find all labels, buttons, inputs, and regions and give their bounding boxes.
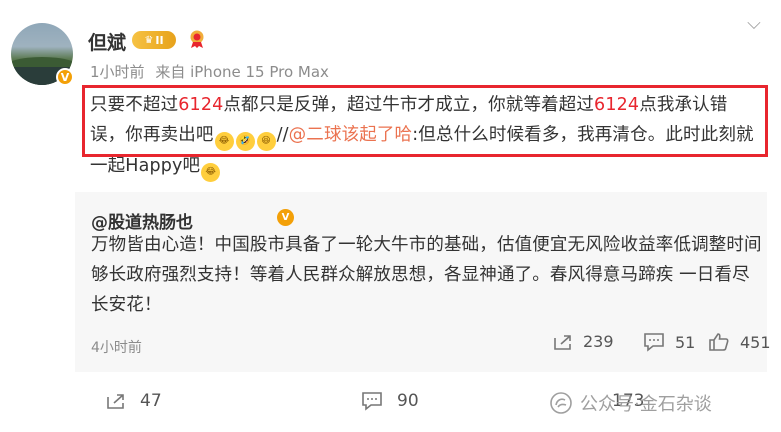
rolling-laugh-emoji-icon: 🤣 <box>235 132 255 151</box>
watermark: 公众号·金石杂谈 <box>550 390 712 416</box>
chevron-down-icon[interactable]: ⌵ <box>745 15 763 33</box>
level-badge-label: II <box>155 33 164 47</box>
repost-like-count: 451 <box>740 332 771 352</box>
highlight-number: 6124 <box>178 95 224 115</box>
comment-icon <box>362 392 382 411</box>
level-badge[interactable]: ♛ II <box>132 31 176 49</box>
laugh-cry-emoji-icon: 😂 <box>201 163 221 182</box>
watermark-text: 公众号·金石杂谈 <box>580 394 712 415</box>
share-count: 47 <box>140 391 162 411</box>
mention-link[interactable]: @二球该起了哈 <box>289 125 413 145</box>
laugh-cry-emoji-icon: 😂 <box>214 132 234 151</box>
post-source: 来自 iPhone 15 Pro Max <box>155 63 329 81</box>
repost-share-button[interactable]: 239 <box>553 332 614 351</box>
grin-emoji-icon: 😆 <box>256 132 276 151</box>
post-time[interactable]: 1小时前 <box>90 63 145 81</box>
thumbs-up-icon <box>709 333 729 351</box>
comment-count: 90 <box>397 391 419 411</box>
repost-time[interactable]: 4小时前 <box>91 337 142 357</box>
comment-button[interactable]: 90 <box>361 391 419 411</box>
medal-icon[interactable] <box>188 29 206 49</box>
repost-share-count: 239 <box>583 332 614 351</box>
post-meta: 1小时前 来自 iPhone 15 Pro Max <box>90 61 335 82</box>
verified-badge-icon: V <box>56 68 74 86</box>
repost-separator: // <box>276 125 289 145</box>
repost-text: 万物皆由心造！中国股市具备了一轮大牛市的基础，估值便宜无风险收益率低调整时间够长… <box>91 235 762 315</box>
crown-icon: ♛ <box>144 34 154 46</box>
verified-badge-icon: V <box>277 209 294 226</box>
repost-like-button[interactable]: 451 <box>708 332 771 352</box>
post-text-segment: 点都只是反弹，超过牛市才成立，你就等着超过 <box>223 95 595 115</box>
share-button[interactable]: 47 <box>106 391 162 411</box>
repost-comment-button[interactable]: 51 <box>643 332 695 352</box>
repost-card[interactable]: @股道热肠也 V 万物皆由心造！中国股市具备了一轮大牛市的基础，估值便宜无风险收… <box>75 192 771 372</box>
wechat-official-account-icon <box>550 392 572 414</box>
username[interactable]: 但斌 <box>88 28 126 55</box>
comment-icon <box>644 333 664 352</box>
share-icon <box>554 334 571 350</box>
post-text: 只要不超过6124点都只是反弹，超过牛市才成立，你就等着超过6124点我承认错误… <box>90 90 762 182</box>
highlight-number: 6124 <box>594 95 640 115</box>
share-icon <box>107 394 124 409</box>
post-text-segment: 只要不超过 <box>90 95 179 115</box>
repost-comment-count: 51 <box>675 332 696 352</box>
